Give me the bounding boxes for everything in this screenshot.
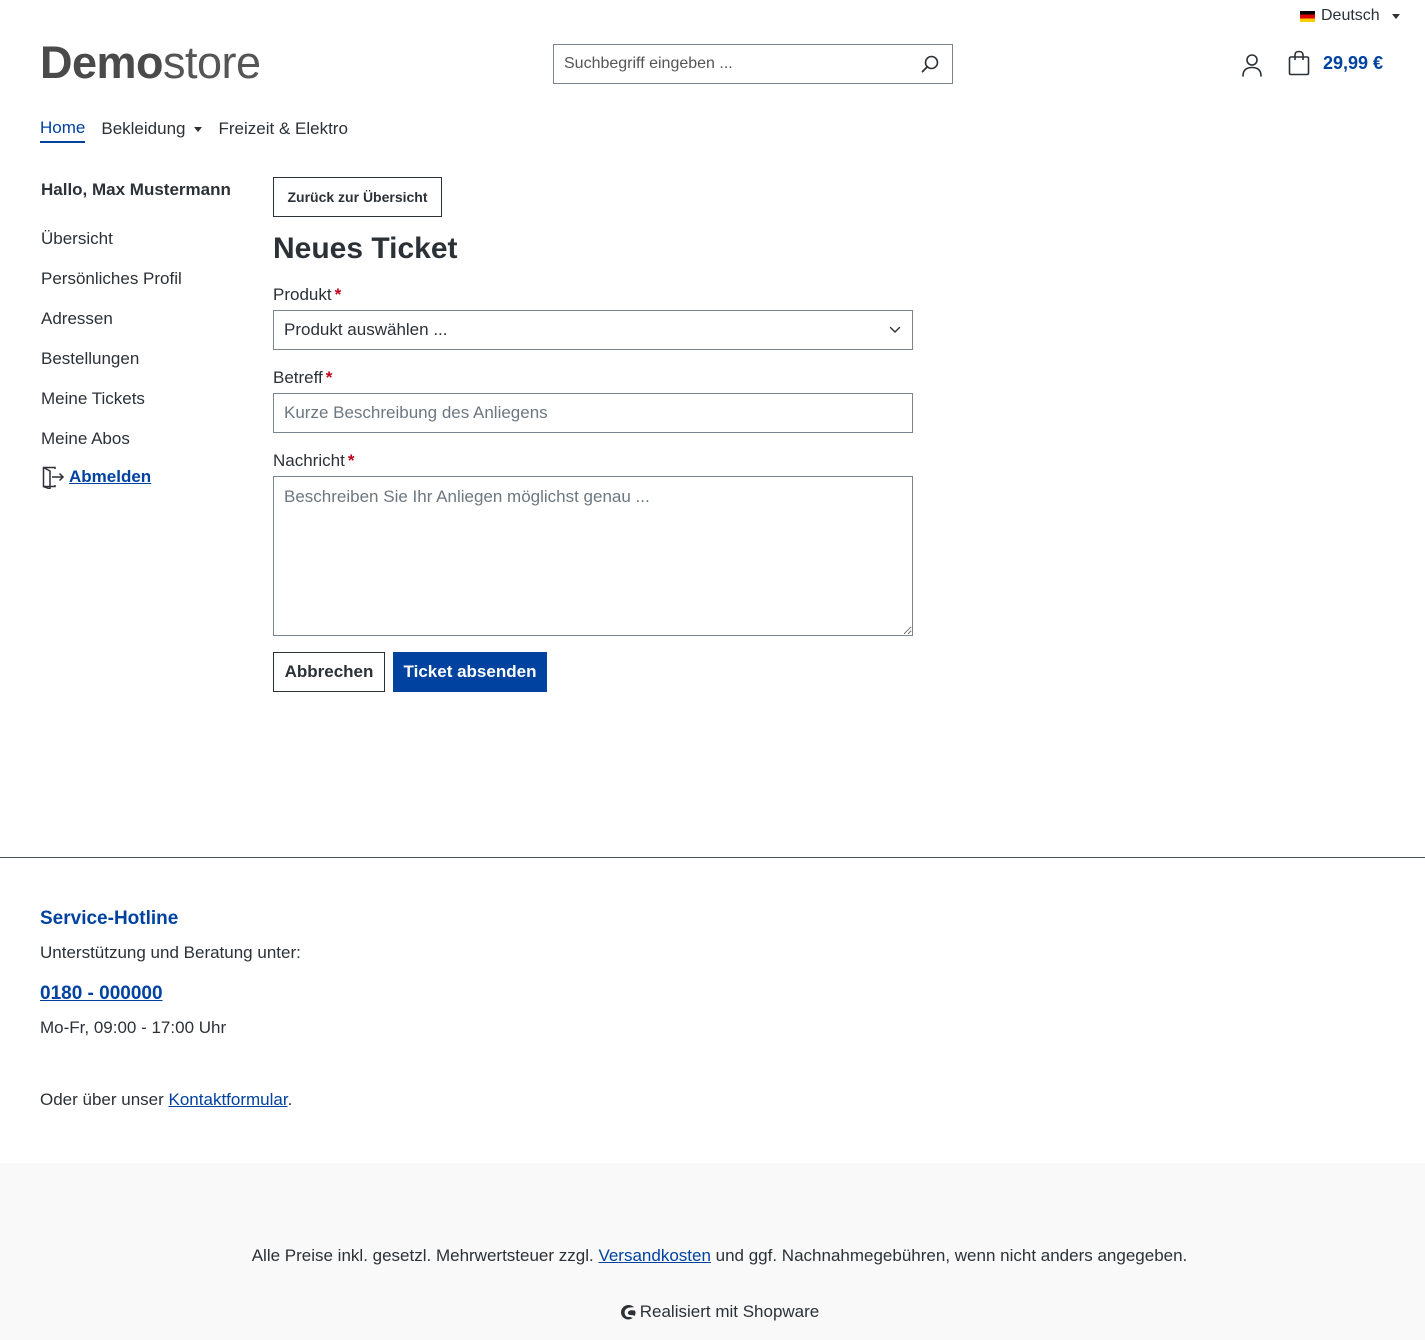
search-button[interactable]: [908, 45, 952, 83]
back-to-overview-button[interactable]: Zurück zur Übersicht: [273, 177, 442, 217]
powered-by-text: Realisiert mit Shopware: [639, 1302, 820, 1321]
vat-notice: Alle Preise inkl. gesetzl. Mehrwertsteue…: [0, 1246, 1425, 1266]
required-marker: *: [325, 368, 333, 387]
contact-form-link[interactable]: Kontaktformular: [169, 1090, 288, 1109]
main-navigation: Home Bekleidung Freizeit & Elektro: [40, 118, 348, 143]
logo-light-text: store: [163, 37, 261, 88]
required-marker: *: [347, 451, 355, 470]
product-select[interactable]: Produkt auswählen ...: [273, 310, 913, 350]
logo-bold-text: Demo: [40, 37, 164, 88]
required-marker: *: [334, 285, 342, 304]
nav-item-bekleidung[interactable]: Bekleidung: [101, 118, 203, 143]
message-label: Nachricht *: [273, 451, 354, 471]
hotline-phone-link[interactable]: 0180 - 000000: [40, 983, 163, 1005]
sidebar-item-profile[interactable]: Persönliches Profil: [41, 268, 182, 308]
contact-line: Oder über unser Kontaktformular.: [40, 1090, 292, 1110]
vat-suffix: und ggf. Nachnahmegebühren, wenn nicht a…: [710, 1246, 1188, 1265]
hotline-title: Service-Hotline: [40, 908, 179, 929]
logout-icon: [42, 466, 65, 489]
cart-icon: [1288, 50, 1310, 76]
nav-item-label: Bekleidung: [101, 119, 186, 138]
account-sidebar: Übersicht Persönliches Profil Adressen B…: [41, 228, 182, 468]
chevron-down-icon: [1391, 13, 1400, 19]
cart-total: 29,99 €: [1323, 52, 1384, 73]
language-label: Deutsch: [1321, 7, 1380, 24]
footer-divider: [0, 857, 1425, 858]
sidebar-item-tickets[interactable]: Meine Tickets: [41, 388, 182, 428]
message-label-text: Nachricht: [273, 451, 345, 470]
sidebar-greeting: Hallo, Max Mustermann: [41, 180, 231, 199]
message-textarea[interactable]: [273, 476, 913, 636]
powered-by[interactable]: Realisiert mit Shopware: [0, 1302, 1425, 1322]
vat-prefix: Alle Preise inkl. gesetzl. Mehrwertsteue…: [251, 1246, 599, 1265]
page-title: Neues Ticket: [273, 232, 458, 265]
chevron-down-icon: [194, 126, 203, 132]
sidebar-item-orders[interactable]: Bestellungen: [41, 348, 182, 388]
shipping-costs-link[interactable]: Versandkosten: [598, 1246, 710, 1265]
logout-link[interactable]: Abmelden: [69, 467, 151, 487]
submit-ticket-button[interactable]: Ticket absenden: [393, 652, 547, 692]
cancel-button[interactable]: Abbrechen: [273, 652, 385, 692]
search-icon: [921, 55, 939, 73]
hotline-hours: Mo-Fr, 09:00 - 17:00 Uhr: [40, 1018, 227, 1037]
subject-input[interactable]: [273, 393, 913, 433]
shopware-icon: [620, 1305, 636, 1320]
sidebar-item-addresses[interactable]: Adressen: [41, 308, 182, 348]
logout-link-wrapper[interactable]: Abmelden: [41, 465, 151, 489]
flag-de-icon: [1300, 10, 1315, 22]
sidebar-item-subscriptions[interactable]: Meine Abos: [41, 428, 182, 468]
product-label: Produkt *: [273, 285, 341, 305]
chevron-down-icon: [889, 326, 901, 333]
contact-prefix: Oder über unser: [40, 1090, 169, 1109]
search-input[interactable]: [554, 45, 908, 83]
product-select-value: Produkt auswählen ...: [284, 320, 448, 339]
product-label-text: Produkt: [273, 285, 332, 304]
user-icon: [1242, 54, 1262, 77]
hotline-text: Unterstützung und Beratung unter:: [40, 943, 301, 962]
account-button[interactable]: [1240, 52, 1264, 78]
subject-label-text: Betreff: [273, 368, 323, 387]
store-logo[interactable]: Demostore: [40, 36, 261, 90]
search-box: [553, 44, 953, 84]
sidebar-item-overview[interactable]: Übersicht: [41, 228, 182, 268]
contact-suffix: .: [287, 1090, 293, 1109]
nav-item-home[interactable]: Home: [40, 118, 86, 143]
subject-label: Betreff *: [273, 368, 332, 388]
cart-button[interactable]: 29,99 €: [1287, 50, 1383, 76]
language-switcher[interactable]: Deutsch: [1300, 7, 1400, 25]
nav-item-freizeit-elektro[interactable]: Freizeit & Elektro: [218, 118, 347, 143]
